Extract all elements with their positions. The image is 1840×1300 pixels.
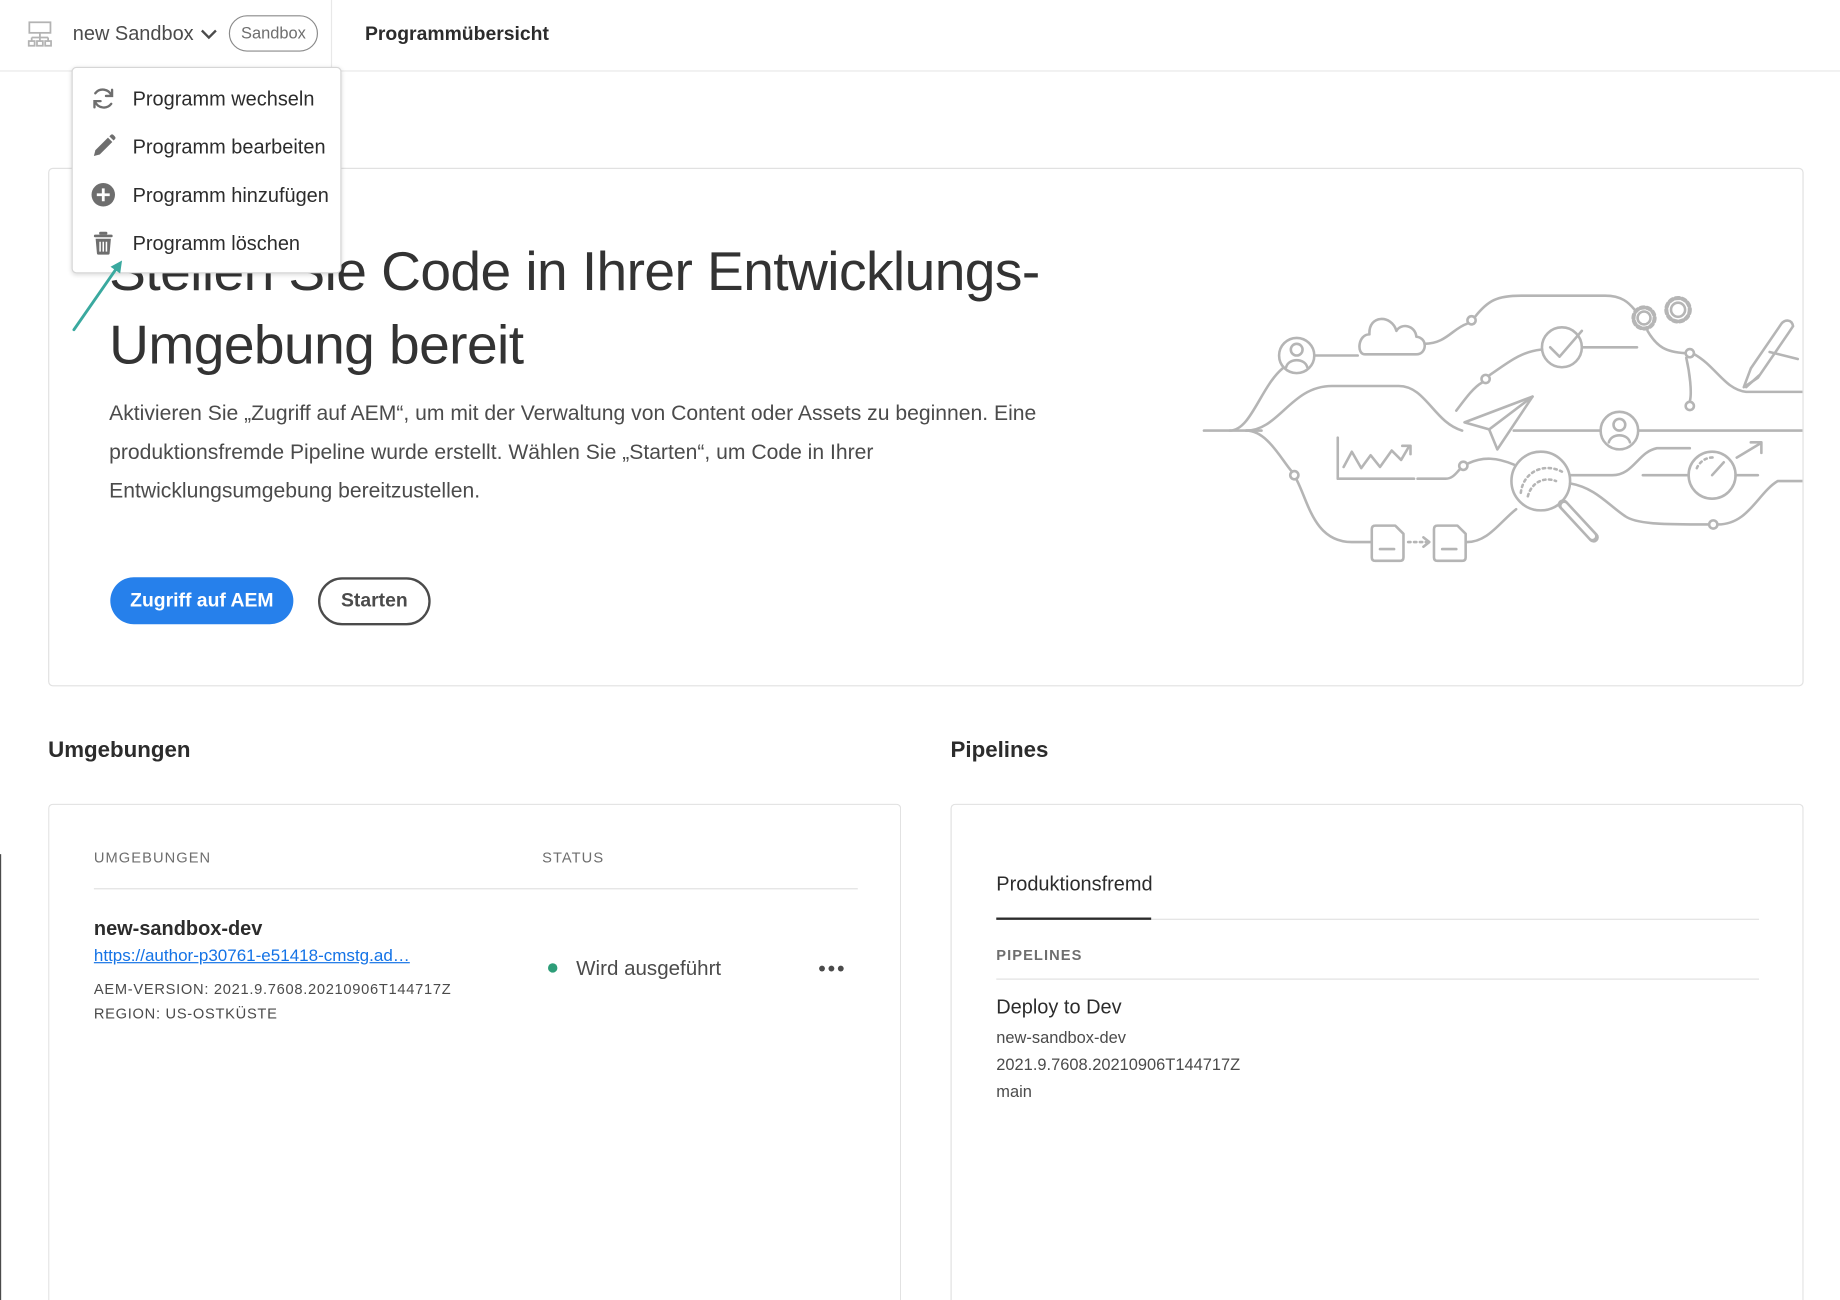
program-switcher[interactable]: new Sandbox: [66, 14, 223, 54]
pencil-icon: [93, 134, 116, 157]
program-name: new Sandbox: [72, 22, 194, 45]
menu-item-edit-program[interactable]: Programm bearbeiten: [73, 123, 341, 171]
refresh-icon: [93, 88, 114, 109]
gauge-icon: [1687, 441, 1763, 500]
hero-illustration: [1202, 294, 1803, 563]
arrow-right-icon: [1406, 536, 1431, 549]
pipelines-card: Produktionsfremd PIPELINES Deploy to Dev…: [950, 803, 1804, 1300]
user-icon: [1599, 410, 1640, 451]
pipeline-environment: new-sandbox-dev: [996, 1027, 1126, 1047]
more-horizontal-icon: [827, 965, 834, 971]
more-horizontal-icon: [837, 965, 844, 971]
magnifier-icon: [1510, 450, 1599, 543]
hero-description: Aktivieren Sie „Zugriff auf AEM“, um mit…: [109, 394, 1036, 510]
connector-nodes: [1288, 314, 1719, 530]
environment-url-link[interactable]: https://author-p30761-e51418-cmstg.ad…: [94, 946, 410, 967]
program-menu: Programm wechseln Programm bearbeiten Pr…: [71, 66, 342, 274]
checkmark-icon: [1540, 326, 1584, 369]
environment-aem-version: AEM-VERSION: 2021.9.7608.20210906T144717…: [93, 980, 452, 998]
menu-item-switch-program[interactable]: Programm wechseln: [73, 75, 341, 123]
callout-arrow: [72, 260, 123, 332]
more-horizontal-icon: [818, 965, 825, 971]
pipeline-branch: main: [996, 1081, 1032, 1101]
environment-region: REGION: US-OSTKÜSTE: [93, 1005, 278, 1022]
cloud-icon: [1358, 317, 1427, 356]
chevron-down-icon: [201, 29, 217, 40]
pipeline-version: 2021.9.7608.20210906T144717Z: [996, 1054, 1241, 1074]
tab-non-production[interactable]: Produktionsfremd: [996, 871, 1152, 899]
table-row: new-sandbox-dev https://author-p30761-e5…: [49, 805, 900, 1040]
menu-item-label: Programm bearbeiten: [132, 136, 326, 159]
server-hierarchy-icon: [27, 21, 52, 47]
status-indicator-dot: [548, 963, 558, 973]
pipeline-list-item[interactable]: Deploy to Dev new-sandbox-dev 2021.9.760…: [987, 987, 1761, 1116]
access-aem-button[interactable]: Zugriff auf AEM: [110, 577, 294, 625]
pen-icon: [1742, 319, 1800, 389]
menu-item-label: Programm hinzufügen: [132, 184, 329, 207]
left-edge-border: [0, 854, 2, 1300]
page-title: Programmübersicht: [364, 23, 549, 45]
list-divider: [996, 978, 1760, 980]
top-bar: new Sandbox Sandbox Programmübersicht: [0, 0, 1840, 72]
paper-plane-icon: [1463, 395, 1534, 451]
hero-description-line: produktionsfremde Pipeline wurde erstell…: [109, 439, 874, 464]
hero-title-line: Umgebung bereit: [109, 313, 524, 376]
start-button[interactable]: Starten: [318, 577, 431, 626]
environment-name: new-sandbox-dev: [93, 917, 263, 940]
hero-description-line: Entwicklungsumgebung bereitzustellen.: [109, 478, 481, 503]
header-divider: [330, 0, 333, 71]
more-actions-button[interactable]: [812, 955, 850, 981]
document-icon: [1370, 524, 1405, 563]
pipelines-list-header: PIPELINES: [996, 946, 1083, 964]
chart-icon: [1336, 436, 1416, 480]
menu-item-add-program[interactable]: Programm hinzufügen: [73, 171, 341, 219]
pipelines-section-title: Pipelines: [950, 737, 1049, 763]
environments-section-title: Umgebungen: [48, 737, 191, 763]
program-overview-page: new Sandbox Sandbox Programmübersicht St…: [0, 0, 1840, 1300]
menu-item-label: Programm löschen: [132, 232, 301, 255]
hero-description-line: Aktivieren Sie „Zugriff auf AEM“, um mit…: [109, 401, 1037, 425]
add-circle-icon: [91, 183, 116, 207]
program-type-badge: Sandbox: [228, 15, 319, 52]
environments-card: UMGEBUNGEN STATUS new-sandbox-dev https:…: [48, 803, 902, 1300]
menu-item-label: Programm wechseln: [132, 87, 315, 111]
user-icon: [1277, 336, 1316, 375]
environment-status: Wird ausgeführt: [576, 956, 722, 980]
gears-icon: [1631, 295, 1692, 331]
pipeline-name: Deploy to Dev: [996, 996, 1122, 1019]
selected-tab-indicator: [996, 917, 1152, 920]
document-icon: [1432, 524, 1467, 563]
